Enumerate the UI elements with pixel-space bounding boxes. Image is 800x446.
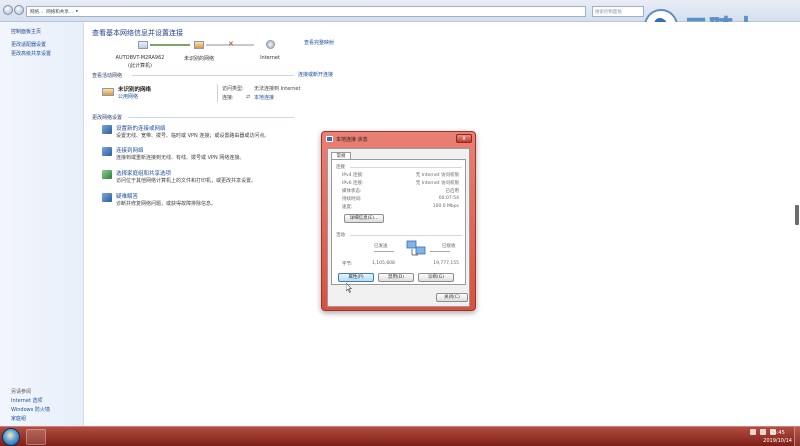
bytes-received-value: 19,777,155 xyxy=(433,261,459,266)
sidebar-item-adapter-settings[interactable]: 更改适配器设置 xyxy=(11,41,46,48)
connection-line-ok xyxy=(150,44,190,46)
see-also-internet-options[interactable]: Internet 选项 xyxy=(11,397,42,404)
vertical-divider xyxy=(217,84,218,102)
unidentified-network-icon xyxy=(194,41,204,49)
sent-line xyxy=(374,251,394,252)
map-computer-name: AUTOBVT-M2RA962 xyxy=(115,55,165,61)
map-internet-label: Internet xyxy=(260,55,280,61)
connect-network-icon xyxy=(102,147,112,156)
disable-button[interactable]: 禁用(D) xyxy=(378,273,414,282)
task-connect-network[interactable]: 连接到网络 xyxy=(116,146,144,154)
sidebar-item-home[interactable]: 控制面板主页 xyxy=(11,28,41,35)
network-adapter-icon xyxy=(326,136,333,142)
address-field[interactable]: 网络... 网络和共享... ▸ xyxy=(26,6,586,17)
back-button[interactable] xyxy=(3,5,13,15)
computers-activity-icon xyxy=(406,240,426,256)
task-troubleshoot-desc: 诊断并修复网络问题，或获得故障排除信息。 xyxy=(116,201,217,207)
see-also-firewall[interactable]: Windows 防火墙 xyxy=(11,406,50,413)
task-homegroup-desc: 访问位于其他网络计算机上的文件和打印机，或更改共享设置。 xyxy=(116,178,257,184)
media-state-value: 已启用 xyxy=(445,189,460,194)
received-label: 已接收 xyxy=(442,244,456,249)
taskbar-clock[interactable]: 15:45 2019/10/14 xyxy=(763,429,792,445)
task-new-connection-desc: 设置无线、宽带、拨号、临时或 VPN 连接；或设置路由器或访问点。 xyxy=(116,133,270,139)
show-desktop-button[interactable] xyxy=(794,427,800,446)
sent-label: 已发送 xyxy=(374,244,388,249)
speed-label: 速度: xyxy=(342,205,353,210)
connection-icon: ⇄ xyxy=(246,94,251,100)
error-x-icon: ✕ xyxy=(228,40,234,48)
network-bench-icon xyxy=(102,88,114,96)
ipv4-label: IPv4 连接: xyxy=(342,173,364,178)
received-line xyxy=(430,251,450,252)
ipv4-value: 无 Internet 访问权限 xyxy=(415,173,459,178)
map-network-name: 未识别的网络 xyxy=(183,56,214,62)
new-connection-icon xyxy=(102,125,112,134)
details-button[interactable]: 详细信息(E)... xyxy=(344,214,384,223)
dialog-title: 本地连接 状态 xyxy=(336,137,368,143)
dialog-close-button[interactable]: x xyxy=(456,134,472,143)
active-networks-title: 查看活动网络 xyxy=(92,73,123,79)
task-homegroup[interactable]: 选择家庭组和共享选项 xyxy=(116,169,171,177)
connect-disconnect-link[interactable]: 连接或断开连接 xyxy=(298,71,333,78)
left-pane: 控制面板主页 更改适配器设置 更改高级共享设置 另请参阅 Internet 选项… xyxy=(0,22,84,426)
see-also-homegroup[interactable]: 家庭组 xyxy=(11,415,26,422)
access-type-label: 访问类型: xyxy=(222,86,244,92)
clock-time: 15:45 xyxy=(770,430,785,436)
homegroup-icon xyxy=(102,170,112,179)
task-troubleshoot[interactable]: 疑难解答 xyxy=(116,192,138,200)
active-network-type[interactable]: 公用网络 xyxy=(118,93,138,100)
section-divider xyxy=(128,117,294,118)
properties-button[interactable]: 属性(P) xyxy=(338,273,374,282)
duration-label: 持续时间: xyxy=(342,197,362,202)
task-connect-network-desc: 连接到或重新连接到无线、有线、拨号或 VPN 网络连接。 xyxy=(116,155,245,161)
tray-flag-icon[interactable] xyxy=(750,429,756,435)
computer-icon xyxy=(138,41,148,49)
diagnose-button[interactable]: 诊断(G) xyxy=(418,273,454,282)
breadcrumb-chevron[interactable]: ▸ xyxy=(76,9,78,14)
full-map-link[interactable]: 查看完整映射 xyxy=(304,39,334,46)
duration-value: 00:07:54 xyxy=(438,196,459,201)
active-network-name: 未识别的网络 xyxy=(118,87,152,93)
connection-label: 连接: xyxy=(222,95,234,101)
ipv6-label: IPv6 连接: xyxy=(342,181,364,186)
close-button[interactable]: 关闭(C) xyxy=(436,293,468,302)
section-divider xyxy=(132,75,294,76)
group-divider xyxy=(350,235,462,236)
breadcrumb-network-center[interactable]: 网络和共享... xyxy=(46,9,73,15)
page-title: 查看基本网络信息并设置连接 xyxy=(92,29,183,37)
local-connection-link[interactable]: 本地连接 xyxy=(254,94,274,101)
group-divider xyxy=(350,167,462,168)
internet-globe-icon xyxy=(266,40,275,49)
connection-status-dialog: 本地连接 状态 x 常规 连接 IPv4 连接: 无 Internet 访问权限… xyxy=(321,131,476,311)
media-state-label: 媒体状态: xyxy=(342,189,362,194)
troubleshoot-icon xyxy=(102,193,112,202)
speed-value: 100.0 Mbps xyxy=(432,204,459,209)
clock-date: 2019/10/14 xyxy=(763,438,792,444)
ipv6-value: 无 Internet 访问权限 xyxy=(415,181,459,186)
task-new-connection[interactable]: 设置新的连接或网络 xyxy=(116,124,166,132)
scrollbar-thumb[interactable] xyxy=(795,205,799,225)
bytes-label: 字节: xyxy=(342,262,353,267)
search-input[interactable]: 搜索控制面板 xyxy=(592,6,644,17)
access-type-value: 无法连接到 Internet xyxy=(254,86,301,92)
activity-group-title: 活动 xyxy=(336,233,345,238)
connection-group-title: 连接 xyxy=(336,165,345,170)
mouse-pointer-icon xyxy=(346,283,352,293)
see-also-title: 另请参阅 xyxy=(11,389,32,395)
map-computer-sub: (此计算机) xyxy=(128,63,152,69)
forward-button[interactable] xyxy=(14,5,24,15)
sidebar-item-sharing-settings[interactable]: 更改高级共享设置 xyxy=(11,50,51,57)
start-button[interactable] xyxy=(2,428,20,446)
breadcrumb-network[interactable]: 网络... xyxy=(30,9,43,15)
taskbar-explorer-icon[interactable] xyxy=(26,429,46,445)
change-settings-title: 更改网络设置 xyxy=(92,115,123,121)
bytes-sent-value: 1,105,608 xyxy=(372,261,395,266)
general-panel: 连接 IPv4 连接: 无 Internet 访问权限 IPv6 连接: 无 I… xyxy=(331,159,466,285)
taskbar: 15:45 2019/10/14 xyxy=(0,426,800,446)
